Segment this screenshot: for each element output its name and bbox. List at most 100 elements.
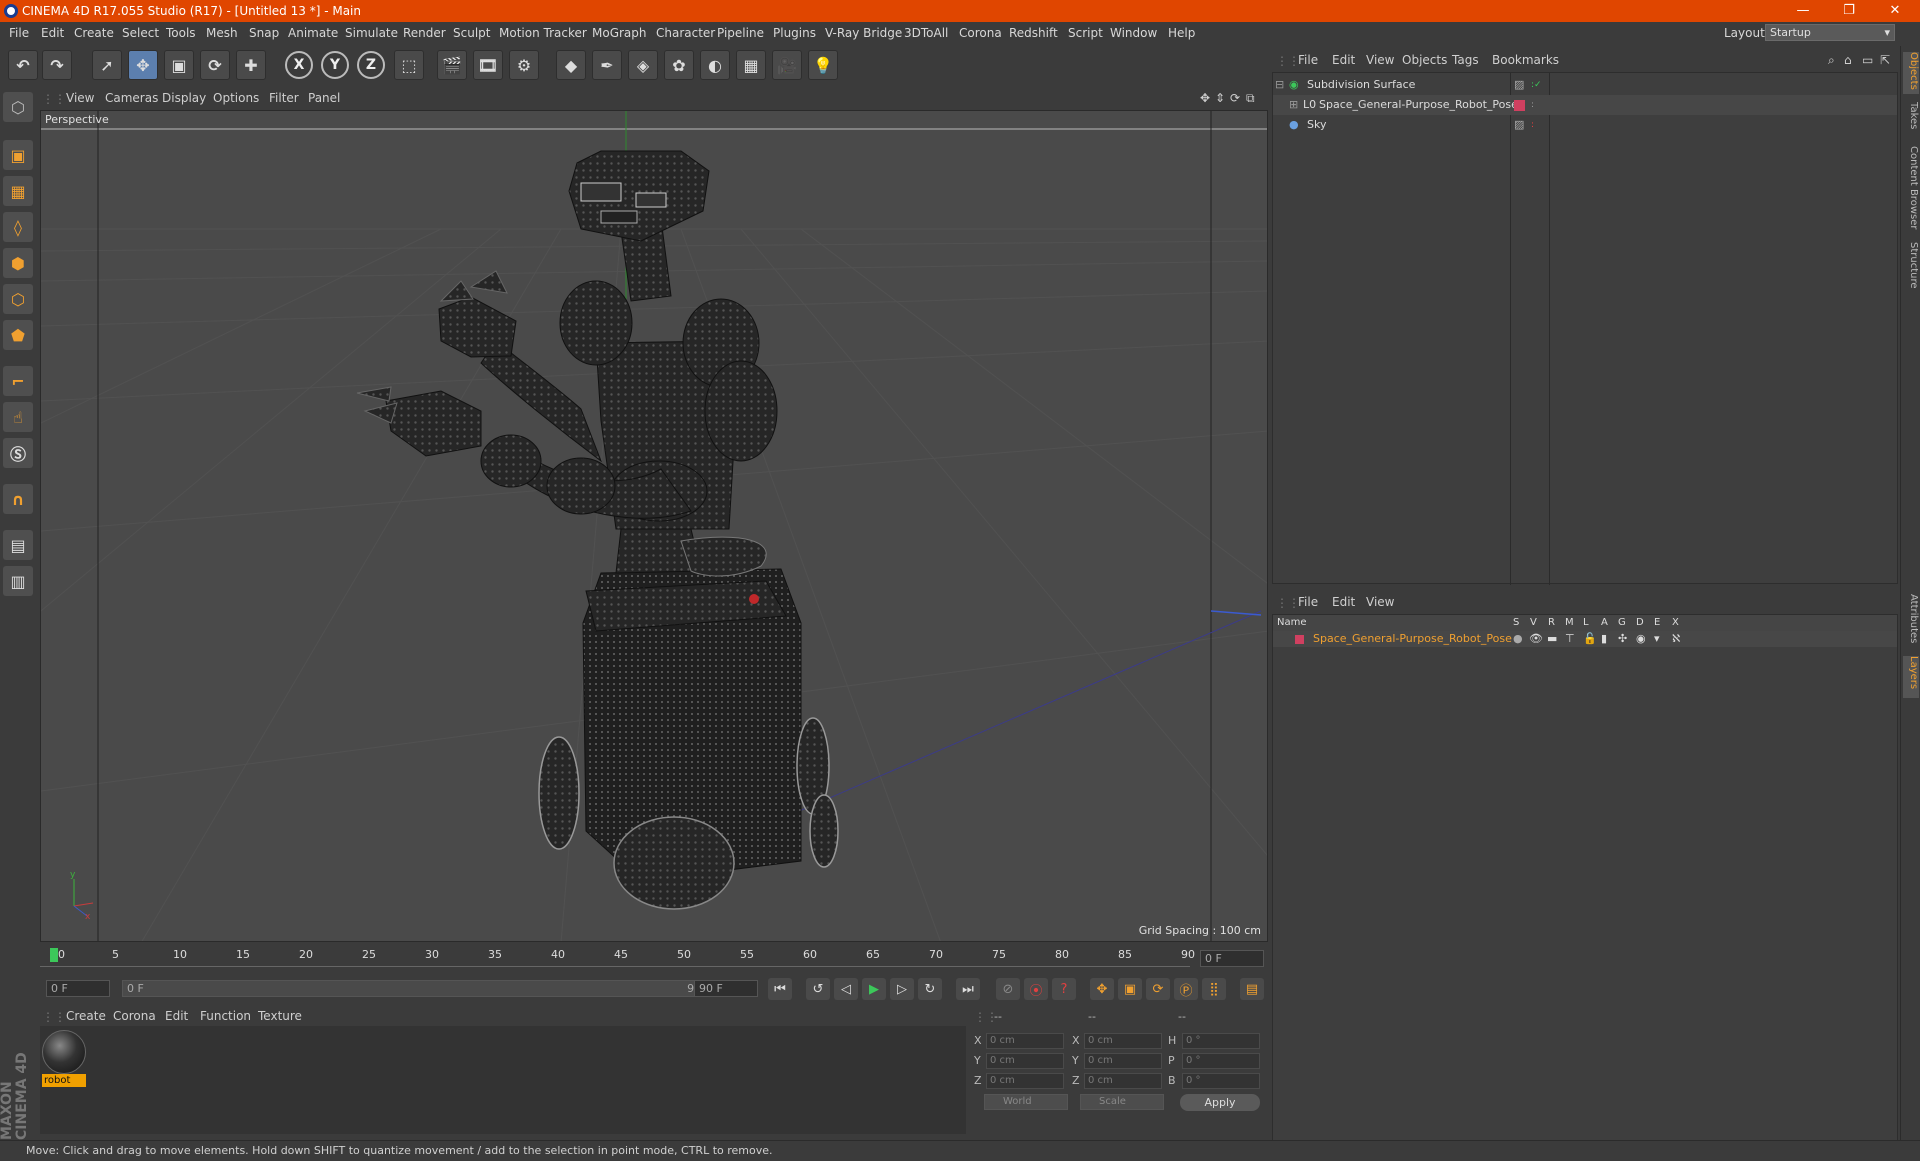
- om-menu-file[interactable]: File: [1298, 53, 1318, 67]
- viewport-menu-cameras[interactable]: Cameras: [105, 91, 158, 105]
- tab-content-browser[interactable]: Content Browser: [1903, 146, 1919, 230]
- make-editable-icon[interactable]: ⬡: [3, 92, 33, 122]
- select-pointer-icon[interactable]: ➚: [92, 50, 122, 80]
- col-manager[interactable]: M: [1565, 615, 1574, 631]
- material-menu-texture[interactable]: Texture: [258, 1009, 302, 1023]
- lm-menu-edit[interactable]: Edit: [1332, 595, 1355, 609]
- enabled-check-icon[interactable]: :✓: [1531, 75, 1542, 95]
- viewport-menu-options[interactable]: Options: [213, 91, 259, 105]
- viewport-maximize-icon[interactable]: ⧉: [1246, 91, 1255, 106]
- size-mode-dropdown[interactable]: Scale: [1080, 1094, 1164, 1110]
- viewport-menu-display[interactable]: Display: [162, 91, 206, 105]
- coordinate-space-dropdown[interactable]: World: [984, 1094, 1068, 1110]
- menu-create[interactable]: Create: [74, 26, 114, 40]
- redo-icon[interactable]: ↷: [42, 50, 72, 80]
- deformer-toggle-icon[interactable]: ◉: [1636, 631, 1646, 647]
- lm-menu-view[interactable]: View: [1366, 595, 1394, 609]
- previous-key-icon[interactable]: ↺: [806, 978, 830, 1000]
- object-row-sky[interactable]: ● Sky ▨ :: [1273, 115, 1897, 135]
- key-pla-icon[interactable]: ⣿: [1202, 978, 1226, 1000]
- x-axis-lock-button[interactable]: X: [285, 51, 313, 79]
- tab-attributes[interactable]: Attributes: [1903, 594, 1919, 652]
- object-row-subdivision[interactable]: ⊟ ◉ Subdivision Surface ▨ :✓: [1273, 75, 1897, 95]
- menu-snap[interactable]: Snap: [249, 26, 279, 40]
- render-view-icon[interactable]: 🎬: [437, 50, 467, 80]
- col-animation[interactable]: A: [1601, 615, 1608, 631]
- rot-p-field[interactable]: 0 °: [1182, 1053, 1260, 1069]
- menu-3dtoall[interactable]: 3DToAll: [904, 26, 948, 40]
- lm-menu-file[interactable]: File: [1298, 595, 1318, 609]
- rotate-tool-icon[interactable]: ⟳: [200, 50, 230, 80]
- render-toggle-icon[interactable]: ▬: [1547, 631, 1557, 647]
- material-menu-edit[interactable]: Edit: [165, 1009, 188, 1023]
- coordinate-system-icon[interactable]: ⬚: [394, 50, 424, 80]
- go-to-end-icon[interactable]: ⏭: [956, 978, 980, 1000]
- menu-pipeline[interactable]: Pipeline: [717, 26, 764, 40]
- menu-file[interactable]: File: [9, 26, 29, 40]
- col-deformers[interactable]: D: [1636, 615, 1644, 631]
- tab-takes[interactable]: Takes: [1903, 102, 1919, 136]
- light-bulb-icon[interactable]: 💡: [808, 50, 838, 80]
- menu-redshift[interactable]: Redshift: [1009, 26, 1058, 40]
- expression-toggle-icon[interactable]: ▾: [1654, 631, 1660, 647]
- perspective-viewport[interactable]: y x Perspective Grid Spacing : 100 cm: [40, 110, 1268, 942]
- menu-corona[interactable]: Corona: [959, 26, 1002, 40]
- restore-button[interactable]: ❐: [1826, 0, 1872, 22]
- pos-x-field[interactable]: 0 cm: [986, 1033, 1064, 1049]
- camera-icon[interactable]: 🎥: [772, 50, 802, 80]
- key-parameter-icon[interactable]: Ⓟ: [1174, 978, 1198, 1000]
- texture-mode-icon[interactable]: ▦: [3, 176, 33, 206]
- workplane-rotate-icon[interactable]: ▥: [3, 566, 33, 596]
- tab-structure[interactable]: Structure: [1903, 242, 1919, 292]
- layer-row[interactable]: Space_General-Purpose_Robot_Pose ● 👁 ▬ ⊤…: [1273, 631, 1897, 647]
- cloner-array-icon[interactable]: ✿: [664, 50, 694, 80]
- om-menu-tags[interactable]: Tags: [1452, 53, 1479, 67]
- cube-primitive-icon[interactable]: ◆: [556, 50, 586, 80]
- lock-toggle-icon[interactable]: 🔓: [1583, 631, 1597, 647]
- axis-mode-icon[interactable]: ⌐: [3, 366, 33, 396]
- step-back-icon[interactable]: ◁: [834, 978, 858, 1000]
- viewport-menu-view[interactable]: View: [66, 91, 94, 105]
- material-preview-ball[interactable]: [42, 1030, 86, 1074]
- render-picture-viewer-icon[interactable]: 🎞: [473, 50, 503, 80]
- material-menu-corona[interactable]: Corona: [113, 1009, 156, 1023]
- menu-plugins[interactable]: Plugins: [773, 26, 816, 40]
- deformer-icon[interactable]: ◐: [700, 50, 730, 80]
- menu-script[interactable]: Script: [1068, 26, 1103, 40]
- viewport-zoom-icon[interactable]: ⇕: [1215, 91, 1225, 105]
- keyframe-selection-icon[interactable]: ?: [1052, 978, 1076, 1000]
- workplane-icon[interactable]: ◊: [3, 212, 33, 242]
- size-y-field[interactable]: 0 cm: [1084, 1053, 1162, 1069]
- end-frame-field[interactable]: 90 F: [694, 980, 758, 997]
- tab-layers[interactable]: Layers: [1903, 656, 1919, 698]
- col-view[interactable]: V: [1530, 615, 1537, 631]
- rot-b-field[interactable]: 0 °: [1182, 1073, 1260, 1089]
- home-icon[interactable]: ⌂: [1844, 53, 1852, 67]
- go-to-start-icon[interactable]: ⏮: [768, 978, 792, 1000]
- layout-dropdown[interactable]: Startup ▾: [1765, 24, 1895, 41]
- pos-z-field[interactable]: 0 cm: [986, 1073, 1064, 1089]
- menu-animate[interactable]: Animate: [288, 26, 338, 40]
- visibility-dots-icon[interactable]: :: [1531, 115, 1534, 135]
- col-expressions[interactable]: E: [1654, 615, 1660, 631]
- size-z-field[interactable]: 0 cm: [1084, 1073, 1162, 1089]
- polygons-mode-icon[interactable]: ⬟: [3, 320, 33, 350]
- material-menu-function[interactable]: Function: [200, 1009, 251, 1023]
- visibility-dots-icon[interactable]: :: [1531, 95, 1534, 115]
- editor-visibility-icon[interactable]: ▨: [1514, 75, 1524, 95]
- om-menu-view[interactable]: View: [1366, 53, 1394, 67]
- scale-tool-icon[interactable]: ▣: [164, 50, 194, 80]
- new-view-icon[interactable]: ▭: [1862, 53, 1873, 67]
- om-menu-bookmarks[interactable]: Bookmarks: [1492, 53, 1559, 67]
- expand-icon[interactable]: ⇱: [1880, 53, 1890, 67]
- undo-icon[interactable]: ↶: [8, 50, 38, 80]
- menu-character[interactable]: Character: [656, 26, 715, 40]
- menu-render[interactable]: Render: [403, 26, 446, 40]
- tab-objects[interactable]: Objects: [1903, 52, 1919, 94]
- layer-color-swatch[interactable]: [1295, 635, 1304, 644]
- render-settings-icon[interactable]: ⚙: [509, 50, 539, 80]
- expand-icon[interactable]: ⊞: [1289, 95, 1298, 115]
- start-frame-field[interactable]: 0 F: [46, 980, 110, 997]
- layer-color-swatch[interactable]: [1514, 100, 1525, 111]
- subdivision-generator-icon[interactable]: ◈: [628, 50, 658, 80]
